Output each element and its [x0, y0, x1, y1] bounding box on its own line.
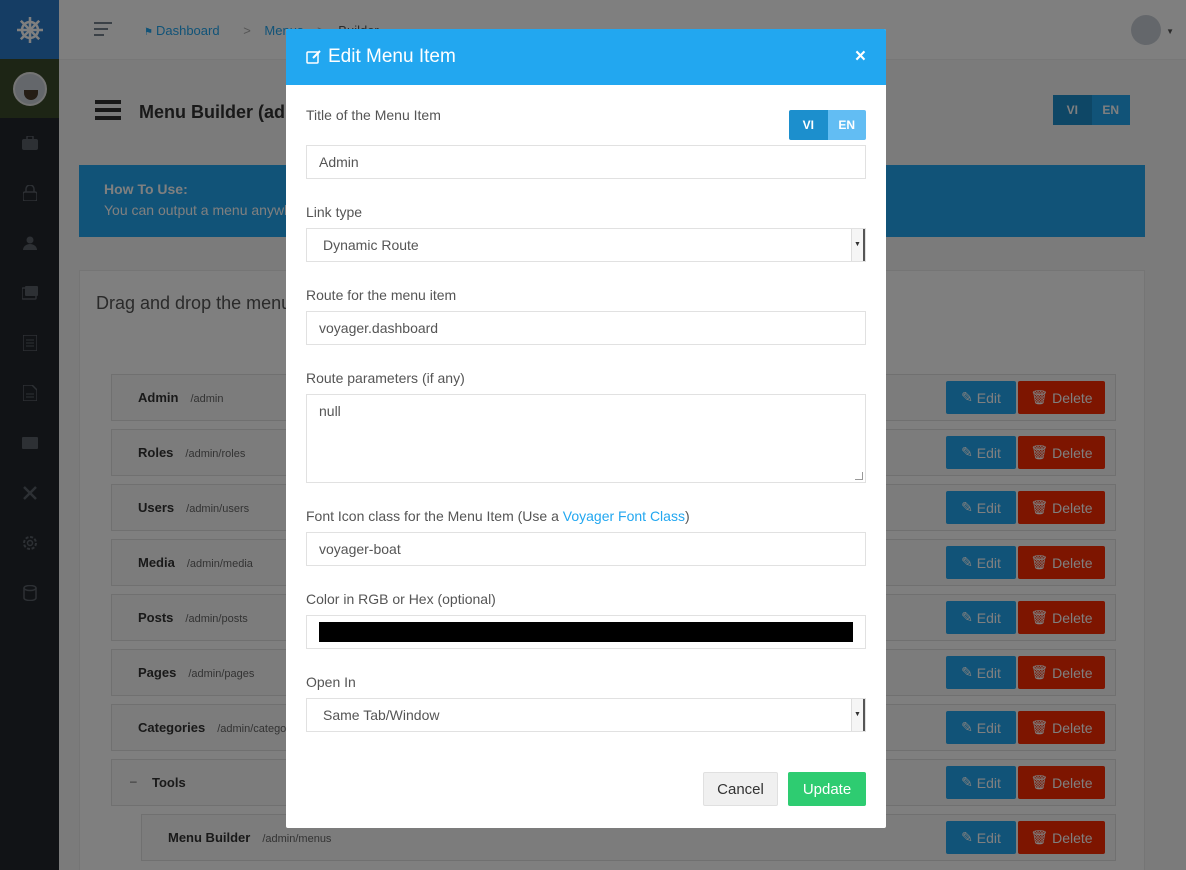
link-type-select[interactable]: Dynamic Route ▼ [306, 228, 866, 262]
modal-locale-switcher: VI EN [789, 110, 866, 140]
edit-icon [306, 49, 322, 65]
link-type-value: Dynamic Route [323, 237, 419, 253]
modal-title: Edit Menu Item [328, 46, 456, 67]
select-arrow-icon: ▼ [851, 699, 865, 731]
link-type-label: Link type [306, 204, 363, 220]
update-button[interactable]: Update [788, 772, 866, 806]
color-swatch [319, 622, 853, 642]
voyager-font-class-link[interactable]: Voyager Font Class [563, 508, 685, 524]
open-in-select[interactable]: Same Tab/Window ▼ [306, 698, 866, 732]
route-params-textarea[interactable]: null [306, 394, 866, 483]
icon-class-label: Font Icon class for the Menu Item (Use a… [306, 508, 690, 524]
select-arrow-icon: ▼ [851, 229, 865, 261]
edit-menu-item-modal: Edit Menu Item × Title of the Menu Item … [286, 29, 886, 828]
cancel-button[interactable]: Cancel [703, 772, 778, 806]
color-label: Color in RGB or Hex (optional) [306, 591, 496, 607]
title-input[interactable]: Admin [306, 145, 866, 179]
route-params-value: null [319, 403, 341, 419]
route-params-label: Route parameters (if any) [306, 370, 465, 386]
icon-class-input[interactable]: voyager-boat [306, 532, 866, 566]
route-input[interactable]: voyager.dashboard [306, 311, 866, 345]
title-label: Title of the Menu Item [306, 107, 441, 123]
open-in-label: Open In [306, 674, 356, 690]
modal-locale-en-button[interactable]: EN [827, 110, 866, 140]
color-input[interactable] [306, 615, 866, 649]
close-icon[interactable]: × [855, 46, 866, 68]
open-in-value: Same Tab/Window [323, 707, 440, 723]
resize-handle-icon[interactable] [855, 472, 863, 480]
modal-header: Edit Menu Item × [286, 29, 886, 85]
modal-locale-vi-button[interactable]: VI [789, 110, 828, 140]
route-label: Route for the menu item [306, 287, 457, 303]
